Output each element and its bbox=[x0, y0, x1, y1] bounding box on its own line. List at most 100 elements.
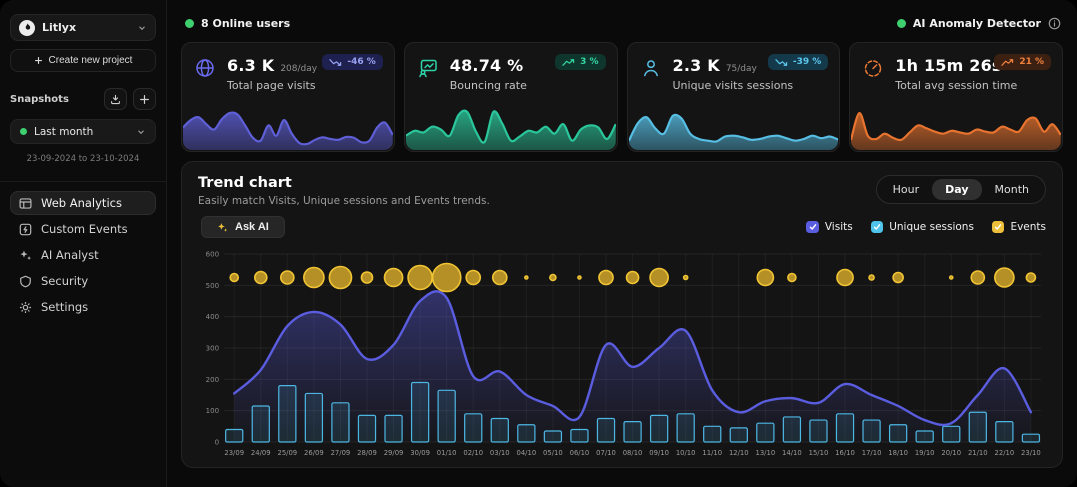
checkbox-visits bbox=[806, 221, 819, 234]
stat-card-bouncing-rate: 48.74 % Bouncing rate 3 % bbox=[404, 42, 618, 152]
legend-unique-sessions[interactable]: Unique sessions bbox=[871, 221, 974, 234]
svg-text:25/09: 25/09 bbox=[277, 449, 297, 457]
svg-text:07/10: 07/10 bbox=[596, 449, 616, 457]
svg-text:20/10: 20/10 bbox=[941, 449, 961, 457]
sidebar-divider bbox=[0, 181, 166, 182]
snapshots-label: Snapshots bbox=[10, 94, 98, 105]
stat-label: Unique visits sessions bbox=[673, 79, 794, 92]
project-name: Litlyx bbox=[42, 21, 130, 34]
tab-month[interactable]: Month bbox=[982, 179, 1042, 200]
tab-day[interactable]: Day bbox=[932, 179, 981, 200]
shield-icon bbox=[19, 275, 32, 288]
svg-text:400: 400 bbox=[206, 312, 219, 321]
svg-text:11/10: 11/10 bbox=[702, 449, 722, 457]
panel-subtitle: Easily match Visits, Unique sessions and… bbox=[198, 195, 490, 207]
stat-value: 2.3 K bbox=[673, 56, 720, 75]
sparkles-icon bbox=[19, 249, 32, 262]
event-bolt-icon bbox=[19, 223, 32, 236]
check-icon bbox=[809, 223, 817, 231]
stat-rate: 75/day bbox=[726, 64, 757, 74]
main-content: 8 Online users AI Anomaly Detector bbox=[167, 0, 1077, 487]
sparkline-chart bbox=[406, 103, 616, 150]
stat-card-avg-session-time: 1h 15m 26s Total avg session time 21 % bbox=[849, 42, 1063, 152]
svg-text:18/10: 18/10 bbox=[888, 449, 908, 457]
checkbox-unique-sessions bbox=[871, 221, 884, 234]
sidebar-item-settings[interactable]: Settings bbox=[10, 295, 156, 319]
svg-text:13/10: 13/10 bbox=[755, 449, 775, 457]
download-icon bbox=[110, 94, 121, 105]
ask-ai-button[interactable]: Ask AI bbox=[201, 216, 285, 238]
svg-text:05/10: 05/10 bbox=[543, 449, 563, 457]
svg-text:26/09: 26/09 bbox=[304, 449, 324, 457]
legend-visits[interactable]: Visits bbox=[806, 221, 852, 234]
export-snapshot-button[interactable] bbox=[104, 88, 127, 110]
litlyx-logo-icon bbox=[19, 20, 35, 36]
sidebar-item-security[interactable]: Security bbox=[10, 269, 156, 293]
selected-period: Last month bbox=[34, 126, 129, 138]
topbar: 8 Online users AI Anomaly Detector bbox=[181, 10, 1063, 36]
svg-text:100: 100 bbox=[206, 406, 219, 415]
stat-card-total-page-visits: 6.3 K 208/day Total page visits -46 % bbox=[181, 42, 395, 152]
trend-badge: -39 % bbox=[768, 54, 828, 70]
trend-down-icon bbox=[329, 58, 342, 67]
svg-text:21/10: 21/10 bbox=[968, 449, 988, 457]
trend-badge: -46 % bbox=[322, 54, 382, 70]
gear-icon bbox=[19, 301, 32, 314]
svg-text:09/10: 09/10 bbox=[649, 449, 669, 457]
svg-text:24/09: 24/09 bbox=[251, 449, 271, 457]
sidebar-item-custom-events[interactable]: Custom Events bbox=[10, 217, 156, 241]
svg-text:01/10: 01/10 bbox=[437, 449, 457, 457]
info-icon[interactable] bbox=[1048, 17, 1061, 30]
sparkline-chart bbox=[629, 103, 839, 150]
stat-value: 48.74 % bbox=[450, 56, 524, 75]
project-selector[interactable]: Litlyx bbox=[10, 14, 156, 41]
analytics-dashboard: Litlyx Create new project Snapshots Last… bbox=[0, 0, 1077, 487]
trend-down-icon bbox=[775, 58, 788, 67]
stat-value: 1h 15m 26s bbox=[895, 56, 1001, 75]
stat-label: Bouncing rate bbox=[450, 79, 530, 92]
svg-text:12/10: 12/10 bbox=[729, 449, 749, 457]
snapshot-period-selector[interactable]: Last month bbox=[10, 119, 156, 144]
stat-cards-row: 6.3 K 208/day Total page visits -46 % bbox=[181, 42, 1063, 152]
trend-chart[interactable]: 010020030040050060023/0924/0925/0926/092… bbox=[198, 245, 1046, 459]
svg-text:17/10: 17/10 bbox=[862, 449, 882, 457]
svg-text:30/09: 30/09 bbox=[410, 449, 430, 457]
sidebar: Litlyx Create new project Snapshots Last… bbox=[0, 0, 167, 487]
panel-title: Trend chart bbox=[198, 175, 490, 191]
tab-hour[interactable]: Hour bbox=[880, 179, 933, 200]
svg-text:04/10: 04/10 bbox=[516, 449, 536, 457]
stat-card-unique-visits: 2.3 K 75/day Unique visits sessions -39 … bbox=[627, 42, 841, 152]
chevron-down-icon bbox=[136, 127, 146, 137]
chart-legend: Visits Unique sessions Events bbox=[806, 221, 1046, 234]
chevron-down-icon bbox=[137, 23, 147, 33]
svg-text:600: 600 bbox=[206, 250, 219, 259]
check-icon bbox=[994, 223, 1002, 231]
trend-up-icon bbox=[1001, 58, 1014, 67]
add-snapshot-button[interactable] bbox=[133, 88, 156, 110]
create-project-button[interactable]: Create new project bbox=[10, 49, 156, 72]
ai-anomaly-detector-status: AI Anomaly Detector bbox=[897, 17, 1061, 30]
ai-sparkle-icon bbox=[217, 222, 228, 233]
trend-badge: 21 % bbox=[994, 54, 1051, 70]
checkbox-events bbox=[992, 221, 1005, 234]
svg-text:03/10: 03/10 bbox=[490, 449, 510, 457]
online-users-status: 8 Online users bbox=[185, 17, 290, 30]
stat-label: Total page visits bbox=[227, 79, 317, 92]
bounce-board-icon bbox=[417, 56, 441, 92]
svg-text:19/10: 19/10 bbox=[915, 449, 935, 457]
svg-text:10/10: 10/10 bbox=[676, 449, 696, 457]
legend-events[interactable]: Events bbox=[992, 221, 1046, 234]
sidebar-item-ai-analyst[interactable]: AI Analyst bbox=[10, 243, 156, 267]
snapshot-date-range: 23-09-2024 to 23-10-2024 bbox=[10, 154, 156, 164]
svg-text:28/09: 28/09 bbox=[357, 449, 377, 457]
stat-rate: 208/day bbox=[280, 64, 317, 74]
svg-text:15/10: 15/10 bbox=[809, 449, 829, 457]
online-status-dot bbox=[185, 19, 194, 28]
svg-text:23/09: 23/09 bbox=[224, 449, 244, 457]
svg-text:27/09: 27/09 bbox=[331, 449, 351, 457]
svg-text:08/10: 08/10 bbox=[623, 449, 643, 457]
plus-icon bbox=[34, 56, 43, 65]
sidebar-item-web-analytics[interactable]: Web Analytics bbox=[10, 191, 156, 215]
svg-text:14/10: 14/10 bbox=[782, 449, 802, 457]
svg-text:22/10: 22/10 bbox=[995, 449, 1015, 457]
